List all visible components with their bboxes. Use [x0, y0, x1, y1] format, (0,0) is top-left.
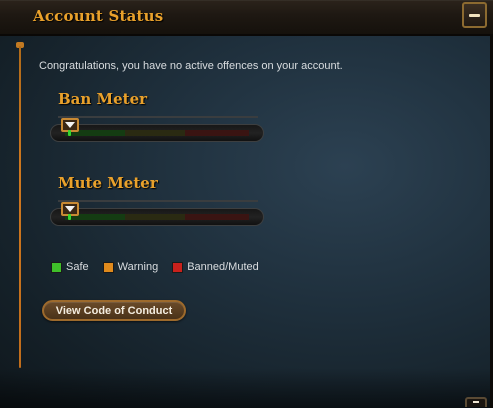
ban-meter-warning-zone [125, 130, 185, 136]
mute-meter [50, 200, 268, 230]
legend-swatch-safe [51, 261, 62, 273]
title-bar[interactable]: Account Status [0, 0, 493, 36]
mute-meter-warning-zone [125, 214, 185, 220]
meter-top-line [58, 116, 258, 118]
legend-item-warning: Warning [102, 261, 159, 273]
view-code-of-conduct-button[interactable]: View Code of Conduct [42, 300, 186, 321]
legend-label-warning: Warning [117, 261, 159, 273]
account-status-window: Account Status Congratulations, you have… [0, 0, 493, 408]
legend-label-banned: Banned/Muted [187, 261, 259, 273]
expand-icon [473, 401, 479, 403]
legend-swatch-banned [172, 261, 184, 273]
bottom-expand-button[interactable] [465, 397, 487, 407]
meter-legend: Safe Warning Banned/Muted [51, 260, 259, 274]
legend-swatch-warning [102, 261, 114, 273]
ban-meter [50, 116, 268, 146]
window-title: Account Status [33, 7, 164, 25]
content-panel: Congratulations, you have no active offe… [0, 36, 493, 408]
ban-meter-level [68, 130, 71, 136]
status-message: Congratulations, you have no active offe… [39, 60, 343, 72]
minimize-button[interactable] [462, 2, 487, 28]
ban-meter-heading: Ban Meter [58, 90, 148, 108]
meter-top-line [58, 200, 258, 202]
marker-arrow-icon [65, 206, 75, 212]
mute-meter-track [50, 208, 264, 226]
decorative-rail [19, 46, 21, 368]
minimize-icon [469, 14, 480, 17]
mute-meter-banned-zone [185, 214, 249, 220]
mute-meter-level [68, 214, 71, 220]
ban-meter-track [50, 124, 264, 142]
mute-meter-heading: Mute Meter [58, 174, 158, 192]
legend-label-safe: Safe [66, 261, 89, 273]
legend-item-banned: Banned/Muted [172, 261, 259, 273]
marker-arrow-icon [65, 122, 75, 128]
legend-item-safe: Safe [51, 261, 89, 273]
ban-meter-banned-zone [185, 130, 249, 136]
